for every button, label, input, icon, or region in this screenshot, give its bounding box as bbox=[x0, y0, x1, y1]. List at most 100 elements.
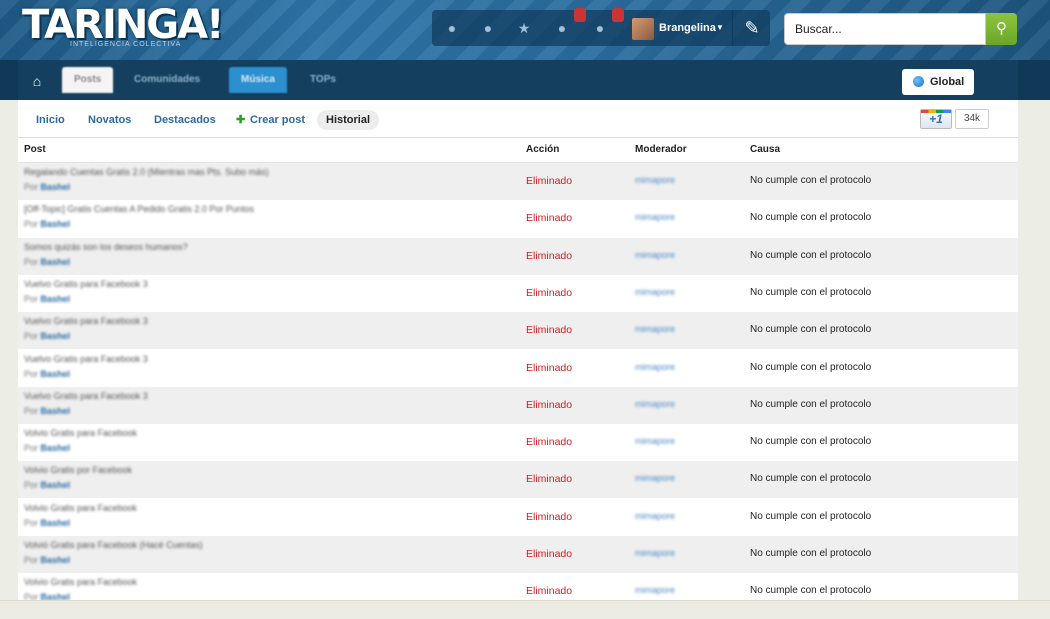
bell-icon[interactable]: ● bbox=[554, 20, 570, 36]
plus-one-count: 34k bbox=[955, 109, 989, 129]
moderator-link[interactable]: mimapore bbox=[635, 473, 675, 483]
cause-label: No cumple con el protocolo bbox=[750, 324, 872, 336]
search-input[interactable] bbox=[784, 13, 986, 45]
moderator-link[interactable]: mimapore bbox=[635, 436, 675, 446]
plus-one-label: +1 bbox=[929, 112, 943, 126]
table-row: Vuelvo Gratis para Facebook 3 Por Bashel… bbox=[18, 350, 1018, 387]
chevron-down-icon[interactable]: ▼ bbox=[716, 23, 724, 32]
post-author: Por Bashel bbox=[24, 219, 70, 229]
author-link[interactable]: Bashel bbox=[41, 406, 71, 416]
main-content: Inicio Novatos Destacados ✚ Crear post H… bbox=[18, 100, 1018, 610]
table-row: Regalando Cuentas Gratis 2.0 (Mientras m… bbox=[18, 163, 1018, 200]
author-link[interactable]: Bashel bbox=[41, 518, 71, 528]
table-row: Volvio Gratis para Facebook Por Bashel E… bbox=[18, 499, 1018, 536]
author-link[interactable]: Bashel bbox=[41, 443, 71, 453]
moderator-link[interactable]: mimapore bbox=[635, 175, 675, 185]
post-title-link[interactable]: Regalando Cuentas Gratis 2.0 (Mientras m… bbox=[24, 167, 269, 177]
mail-icon[interactable]: ● bbox=[592, 20, 608, 36]
post-title-link[interactable]: Volvió Gratis para Facebook (Hacé Cuenta… bbox=[24, 540, 203, 550]
header-moderador: Moderador bbox=[635, 144, 687, 155]
moderator-link[interactable]: mimapore bbox=[635, 548, 675, 558]
cause-label: No cumple con el protocolo bbox=[750, 473, 872, 485]
author-link[interactable]: Bashel bbox=[41, 331, 71, 341]
moderator-link[interactable]: mimapore bbox=[635, 324, 675, 334]
home-icon[interactable]: ⌂ bbox=[18, 60, 56, 100]
author-link[interactable]: Bashel bbox=[41, 555, 71, 565]
post-title-link[interactable]: Vuelvo Gratis para Facebook 3 bbox=[24, 316, 148, 326]
tab-posts[interactable]: Posts bbox=[62, 67, 114, 93]
post-title-link[interactable]: Volvio Gratis para Facebook bbox=[24, 428, 137, 438]
moderator-link[interactable]: mimapore bbox=[635, 212, 675, 222]
post-title-link[interactable]: Vuelvo Gratis para Facebook 3 bbox=[24, 354, 148, 364]
table-row: [Off-Topic] Gratis Cuentas A Pedido Grat… bbox=[18, 200, 1018, 237]
post-author: Por Bashel bbox=[24, 480, 70, 490]
subnav-crear-post[interactable]: Crear post bbox=[250, 110, 305, 130]
subnav-destacados[interactable]: Destacados bbox=[154, 110, 216, 130]
post-title-link[interactable]: Volvio Gratis para Facebook bbox=[24, 503, 137, 513]
search-icon: ⚲ bbox=[996, 20, 1007, 37]
subnav-novatos[interactable]: Novatos bbox=[88, 110, 131, 130]
author-link[interactable]: Bashel bbox=[41, 257, 71, 267]
post-title-link[interactable]: Somos quizás son los deseos humanos? bbox=[24, 242, 188, 252]
author-prefix: Por bbox=[24, 517, 39, 528]
author-prefix: Por bbox=[24, 182, 39, 192]
cause-label: No cumple con el protocolo bbox=[750, 510, 872, 522]
global-label: Global bbox=[930, 76, 965, 88]
cause-label: No cumple con el protocolo bbox=[750, 398, 872, 410]
header-accion: Acción bbox=[526, 144, 560, 155]
post-title-link[interactable]: Volvio Gratis por Facebook bbox=[24, 465, 132, 475]
action-label: Eliminado bbox=[526, 510, 573, 523]
eye-icon[interactable]: ● bbox=[444, 20, 460, 36]
action-label: Eliminado bbox=[526, 175, 573, 187]
global-button[interactable]: Global bbox=[902, 69, 974, 95]
moderator-link[interactable]: mimapore bbox=[635, 585, 675, 595]
moderator-link[interactable]: mimapore bbox=[635, 511, 675, 521]
plus-icon: ✚ bbox=[236, 114, 246, 126]
notification-badge bbox=[574, 8, 586, 22]
google-plus-one-button[interactable]: +1 bbox=[920, 109, 952, 129]
site-header: TARINGA! INTELIGENCIA COLECTIVA ● ● ★ ● … bbox=[0, 0, 1050, 60]
main-nav: ⌂ Posts Comunidades Música TOPs bbox=[0, 60, 1050, 149]
post-author: Por Bashel bbox=[24, 369, 70, 379]
subnav-historial[interactable]: Historial bbox=[317, 110, 380, 130]
dot-icon[interactable]: ● bbox=[480, 20, 496, 36]
search-button[interactable]: ⚲ bbox=[986, 13, 1017, 45]
post-author: Por Bashel bbox=[24, 555, 70, 565]
post-title-link[interactable]: Volvio Gratis para Facebook bbox=[24, 577, 137, 587]
action-label: Eliminado bbox=[526, 286, 573, 299]
avatar[interactable] bbox=[632, 18, 654, 40]
post-title-link[interactable]: Vuelvo Gratis para Facebook 3 bbox=[24, 279, 148, 289]
action-label: Eliminado bbox=[526, 398, 573, 411]
subnav: Inicio Novatos Destacados ✚ Crear post H… bbox=[18, 100, 1018, 138]
author-link[interactable]: Bashel bbox=[41, 182, 71, 192]
subnav-inicio[interactable]: Inicio bbox=[36, 110, 65, 130]
post-title-link[interactable]: [Off-Topic] Gratis Cuentas A Pedido Grat… bbox=[24, 204, 254, 214]
tab-tops[interactable]: TOPs bbox=[298, 67, 348, 93]
moderator-link[interactable]: mimapore bbox=[635, 399, 675, 409]
moderator-link[interactable]: mimapore bbox=[635, 250, 675, 260]
tab-musica[interactable]: Música bbox=[229, 67, 287, 93]
post-author: Por Bashel bbox=[24, 331, 70, 341]
cause-label: No cumple con el protocolo bbox=[750, 286, 872, 298]
post-title-link[interactable]: Vuelvo Gratis para Facebook 3 bbox=[24, 391, 148, 401]
cause-label: No cumple con el protocolo bbox=[750, 212, 872, 224]
moderator-link[interactable]: mimapore bbox=[635, 362, 675, 372]
author-link[interactable]: Bashel bbox=[41, 480, 71, 490]
compose-icon[interactable]: ✎ bbox=[732, 10, 771, 46]
tab-comunidades[interactable]: Comunidades bbox=[122, 67, 212, 93]
cause-label: No cumple con el protocolo bbox=[750, 585, 872, 597]
table-row: Vuelvo Gratis para Facebook 3 Por Bashel… bbox=[18, 275, 1018, 312]
cause-label: No cumple con el protocolo bbox=[750, 361, 872, 373]
action-label: Eliminado bbox=[526, 361, 573, 374]
post-author: Por Bashel bbox=[24, 294, 70, 304]
action-label: Eliminado bbox=[526, 585, 573, 598]
table-header: Post Acción Moderador Causa bbox=[18, 138, 1018, 163]
star-icon[interactable]: ★ bbox=[516, 20, 532, 36]
message-badge bbox=[612, 8, 624, 22]
author-link[interactable]: Bashel bbox=[41, 294, 71, 304]
username[interactable]: Brangelina bbox=[659, 22, 716, 34]
header-post: Post bbox=[24, 144, 46, 155]
author-link[interactable]: Bashel bbox=[41, 369, 71, 379]
moderator-link[interactable]: mimapore bbox=[635, 287, 675, 297]
author-link[interactable]: Bashel bbox=[41, 219, 71, 229]
